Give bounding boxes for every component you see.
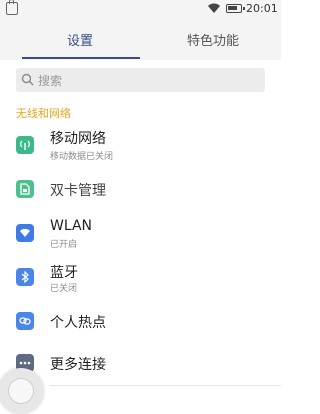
wifi-icon xyxy=(208,3,220,13)
wifi-icon xyxy=(16,224,34,242)
search-input[interactable]: 搜索 xyxy=(16,68,265,92)
status-bar: 20:01 xyxy=(0,0,281,18)
item-title: 蓝牙 xyxy=(50,265,78,281)
notification-icon xyxy=(6,0,18,15)
search-icon xyxy=(21,73,34,86)
settings-item-bluetooth[interactable]: 蓝牙 已关闭 xyxy=(0,256,281,300)
status-time: 20:01 xyxy=(246,2,278,15)
item-title: 移动网络 xyxy=(50,131,106,147)
settings-item-more-connections[interactable]: 更多连接 xyxy=(0,342,281,386)
sim-card-icon xyxy=(16,180,34,198)
bluetooth-icon xyxy=(16,268,34,286)
tab-special-features[interactable]: 特色功能 xyxy=(143,18,283,60)
hotspot-link-icon xyxy=(16,312,34,330)
settings-item-hotspot[interactable]: 个人热点 xyxy=(0,300,281,344)
item-title: 更多连接 xyxy=(50,357,106,373)
section-header-wireless: 无线和网络 xyxy=(16,107,71,120)
search-placeholder: 搜索 xyxy=(38,74,63,88)
item-subtitle: 已关闭 xyxy=(50,284,78,294)
settings-item-dual-sim[interactable]: 双卡管理 xyxy=(0,168,281,212)
item-title: 双卡管理 xyxy=(50,183,106,199)
tab-bar: 设置 特色功能 xyxy=(0,18,281,60)
settings-item-mobile-network[interactable]: 移动网络 移动数据已关闭 xyxy=(0,124,281,168)
item-title: 个人热点 xyxy=(50,315,106,331)
tab-indicator xyxy=(22,57,140,59)
item-title: WLAN xyxy=(50,218,93,234)
item-subtitle: 移动数据已关闭 xyxy=(50,152,114,162)
settings-item-wlan[interactable]: WLAN 已开启 xyxy=(0,212,281,256)
item-subtitle: 已开启 xyxy=(50,240,78,250)
tab-settings[interactable]: 设置 xyxy=(10,18,150,60)
battery-icon xyxy=(226,4,245,13)
list-divider xyxy=(50,385,281,386)
assistive-touch-button[interactable] xyxy=(0,368,44,414)
cellular-icon xyxy=(16,136,34,154)
